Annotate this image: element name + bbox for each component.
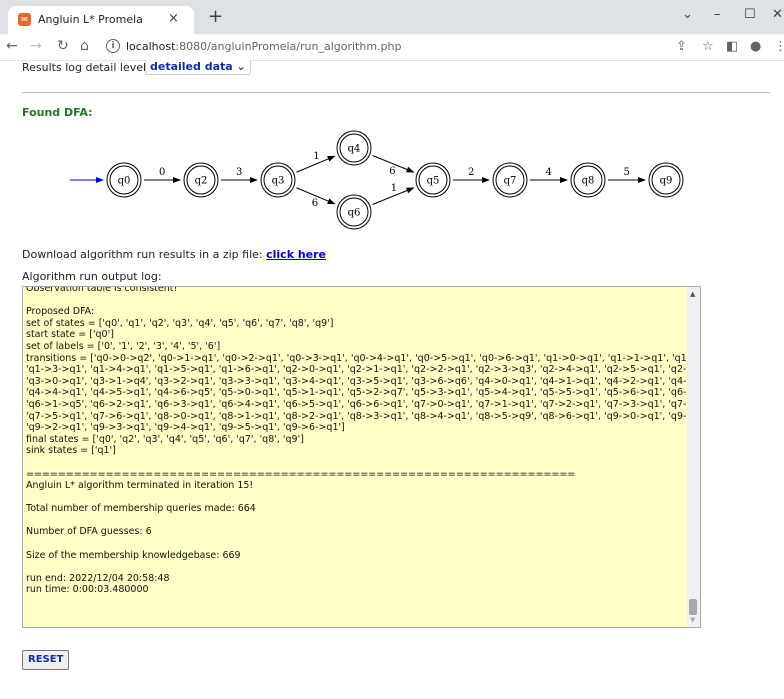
state-q4: q4 <box>336 130 372 166</box>
log-line: 'q4->4->q1', 'q4->5->q1', 'q4->6->q5', '… <box>26 387 686 399</box>
log-line: Proposed DFA: <box>26 306 95 318</box>
back-icon[interactable]: ← <box>6 38 18 54</box>
log-scrollbar[interactable]: ▲ ▼ <box>687 287 700 627</box>
log-textarea[interactable]: Observation table is consistent! Proposed… <box>22 286 701 628</box>
tab-bar: ✉ Angluin L* Promela × + ⌄ – ☐ ✕ <box>0 0 784 34</box>
edge-label: 4 <box>546 167 552 178</box>
log-content: Observation table is consistent! Proposed… <box>26 286 686 596</box>
log-line: start state = ['q0'] <box>26 329 114 341</box>
tab-title: Angluin L* Promela <box>38 13 143 26</box>
log-line: Number of DFA guesses: 6 <box>26 526 152 538</box>
edge-label: 0 <box>159 167 165 178</box>
scroll-thumb[interactable] <box>689 599 697 615</box>
log-line: 'q9->2->q1', 'q9->3->q1', 'q9->4->q1', '… <box>26 422 345 434</box>
state-q9: q9 <box>648 162 684 198</box>
state-q2: q2 <box>183 162 219 198</box>
address-bar[interactable]: localhost:8080/angluinPromela/run_algori… <box>126 40 401 53</box>
minimize-button[interactable]: – <box>714 7 721 22</box>
share-icon[interactable]: ⇪ <box>676 39 687 54</box>
state-label: q4 <box>348 144 361 155</box>
maximize-button[interactable]: ☐ <box>744 7 756 22</box>
log-line: set of states = ['q0', 'q1', 'q2', 'q3',… <box>26 317 334 329</box>
log-line: Size of the membership knowledgebase: 66… <box>26 549 241 561</box>
log-line: ========================================… <box>26 468 576 480</box>
edge-label: 1 <box>391 183 397 194</box>
log-line: set of labels = ['0', '1', '2', '3', '4'… <box>26 340 221 352</box>
tab-search-icon[interactable]: ⌄ <box>682 7 693 22</box>
download-text: Download algorithm run results in a zip … <box>22 248 326 261</box>
browser-toolbar: ← → ↻ ⌂ i localhost:8080/angluinPromela/… <box>0 34 784 61</box>
state-q7: q7 <box>492 162 528 198</box>
state-label: q7 <box>504 176 517 187</box>
download-label: Download algorithm run results in a zip … <box>22 248 267 261</box>
state-q0: q0 <box>106 162 142 198</box>
reload-icon[interactable]: ↻ <box>57 38 69 54</box>
state-label: q6 <box>348 208 361 219</box>
state-label: q2 <box>195 176 208 187</box>
log-line: 'q3->0->q1', 'q3->1->q4', 'q3->2->q1', '… <box>26 375 686 387</box>
state-q3: q3 <box>260 162 296 198</box>
divider <box>22 92 770 93</box>
log-line: Total number of membership queries made:… <box>26 503 256 515</box>
url-host: localhost <box>126 40 176 53</box>
log-line: sink states = ['q1'] <box>26 445 116 457</box>
detail-level-label: Results log detail level: <box>22 61 150 74</box>
edge-label: 6 <box>389 166 395 177</box>
favicon-icon: ✉ <box>18 13 31 26</box>
new-tab-button[interactable]: + <box>208 6 223 27</box>
log-line: final states = ['q0', 'q2', 'q3', 'q4', … <box>26 433 304 445</box>
log-line: transitions = ['q0->0->q2', 'q0->1->q1',… <box>26 352 686 364</box>
forward-icon[interactable]: → <box>30 38 42 54</box>
scroll-up-icon[interactable]: ▲ <box>690 290 695 298</box>
edge-label: 1 <box>313 151 319 162</box>
state-q6: q6 <box>336 194 372 230</box>
log-line: run time: 0:00:03.480000 <box>26 584 149 596</box>
state-label: q0 <box>118 176 131 187</box>
side-panel-icon[interactable]: ◧ <box>726 39 738 54</box>
reset-button[interactable]: RESET <box>22 650 70 670</box>
bookmark-star-icon[interactable]: ☆ <box>702 39 714 54</box>
scroll-down-icon[interactable]: ▼ <box>690 616 695 624</box>
edge-label: 3 <box>236 167 242 178</box>
log-label: Algorithm run output log: <box>22 270 162 283</box>
log-line: 'q1->3->q1', 'q1->4->q1', 'q1->5->q1', '… <box>26 364 686 376</box>
state-label: q3 <box>272 176 285 187</box>
dfa-graph: 0 3 1 6 6 1 2 4 5 q0 q2 q3 q4 q6 q5 q7 q8 q9 <box>70 130 684 230</box>
log-line: Observation table is consistent! <box>26 286 178 294</box>
site-info-icon[interactable]: i <box>106 39 120 53</box>
download-link[interactable]: click here <box>266 248 326 261</box>
log-line: 'q7->5->q1', 'q7->6->q1', 'q8->0->q1', '… <box>26 410 686 422</box>
detail-level-select[interactable]: detailed data ⌄ <box>145 60 251 75</box>
close-window-button[interactable]: ✕ <box>772 7 783 22</box>
menu-icon[interactable]: ⋮ <box>774 39 784 54</box>
log-line: Angluin L* algorithm terminated in itera… <box>26 480 254 492</box>
home-icon[interactable]: ⌂ <box>80 38 89 54</box>
tab-close-icon[interactable]: × <box>168 11 179 26</box>
state-label: q9 <box>660 176 673 187</box>
log-line: 'q6->1->q5', 'q6->2->q1', 'q6->3->q1', '… <box>26 398 686 410</box>
log-line: run end: 2022/12/04 20:58:48 <box>26 572 170 584</box>
state-label: q8 <box>582 176 595 187</box>
state-label: q5 <box>427 176 440 187</box>
state-q5: q5 <box>415 162 451 198</box>
state-q8: q8 <box>570 162 606 198</box>
found-dfa-heading: Found DFA: <box>22 106 93 119</box>
profile-icon[interactable]: ● <box>750 39 761 54</box>
browser-tab[interactable]: ✉ Angluin L* Promela × <box>8 6 194 34</box>
edge-label: 6 <box>312 198 318 209</box>
edge-label: 5 <box>624 167 630 178</box>
url-path: :8080/angluinPromela/run_algorithm.php <box>175 40 402 53</box>
edge-label: 2 <box>468 167 474 178</box>
page-content: Results log detail level: detailed data … <box>0 60 784 699</box>
